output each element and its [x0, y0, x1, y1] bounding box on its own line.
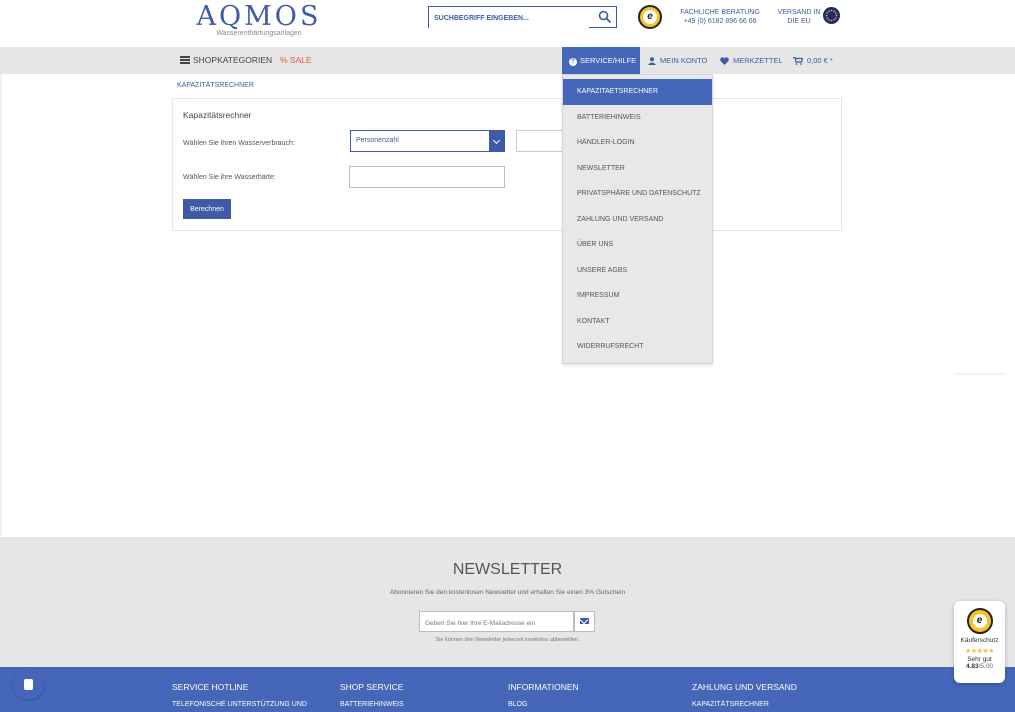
cart-icon: [793, 57, 803, 65]
question-icon: ?: [569, 58, 577, 66]
consult-label: FACHLICHE BERATUNG: [680, 9, 760, 16]
footer-link-batteriehinweis[interactable]: BATTERIEHINWEIS: [340, 701, 404, 708]
newsletter-email-field: [419, 611, 574, 633]
menu-item-datenschutz[interactable]: PRIVATSPHÄRE UND DATENSCHUTZ: [563, 181, 712, 207]
trusted-shops-label: Käuferschutz: [960, 637, 999, 644]
logo[interactable]: AQMOS Wasserenthärtungsanlagen: [194, 1, 324, 38]
trusted-shops-seal-icon: e: [966, 608, 993, 634]
consumption-amount-input[interactable]: [516, 130, 566, 152]
page: AQMOS Wasserenthärtungsanlagen e FACHLIC…: [0, 0, 1015, 712]
main-nav: SHOPKATEGORIEN % SALE ? SERVICE/HILFE MEI…: [0, 47, 1015, 74]
nav-sale[interactable]: % SALE: [280, 47, 312, 74]
search-icon[interactable]: [598, 10, 612, 24]
nav-wishlist-label: MERKZETTEL: [733, 56, 783, 65]
nav-service-label: SERVICE/HILFE: [580, 56, 637, 65]
newsletter-subtitle: Abonnieren Sie den kostenlosen Newslette…: [389, 589, 626, 596]
rating-stars: ★★★★★: [965, 648, 994, 655]
calculate-button[interactable]: Berechnen: [183, 199, 231, 219]
trusted-shops-icon[interactable]: e: [638, 5, 662, 29]
nav-account-label: MEIN KONTO: [660, 56, 708, 65]
header: AQMOS Wasserenthärtungsanlagen e FACHLIC…: [0, 0, 1015, 47]
trusted-shops-seal-letter: e: [972, 614, 987, 628]
menu-item-widerrufsrecht[interactable]: WIDERRUFSRECHT: [563, 334, 712, 360]
shipping-info: VERSAND IN DIE EU: [774, 8, 824, 26]
menu-icon: [180, 55, 190, 64]
rating-grade: Sehr gut: [967, 656, 992, 663]
hardness-label: Wählen Sie ihre Wasserhärte:: [183, 174, 276, 181]
consult-info: FACHLICHE BERATUNG +49 (0) 6182 896 66 6…: [676, 8, 764, 26]
footer-link-hotline[interactable]: TELEFONISCHE UNTERSTÜTZUNG UND: [172, 701, 307, 708]
menu-item-ueber-uns[interactable]: ÜBER UNS: [563, 232, 712, 258]
eu-flag-icon: [823, 7, 840, 24]
footer-heading-hotline: SERVICE HOTLINE: [172, 682, 249, 692]
menu-item-newsletter[interactable]: NEWSLETTER: [563, 156, 712, 182]
nav-my-account[interactable]: MEIN KONTO: [648, 47, 707, 74]
menu-item-haendler-login[interactable]: HÄNDLER-LOGIN: [563, 130, 712, 156]
nav-categories-label: SHOPKATEGORIEN: [193, 55, 273, 65]
footer: SERVICE HOTLINE TELEFONISCHE UNTERSTÜTZU…: [0, 667, 1015, 712]
newsletter-title: NEWSLETTER: [452, 561, 563, 578]
nav-cart[interactable]: 0,00 € *: [793, 47, 833, 74]
menu-item-impressum[interactable]: IMPRESSUM: [563, 283, 712, 309]
nav-shop-categories[interactable]: SHOPKATEGORIEN: [180, 47, 272, 74]
service-dropdown-menu: KAPAZITAETSRECHNER BATTERIEHINWEIS HÄNDL…: [562, 74, 713, 364]
menu-item-zahlung-versand[interactable]: ZAHLUNG UND VERSAND: [563, 207, 712, 233]
chat-icon[interactable]: [13, 671, 44, 699]
consumption-select[interactable]: Personenzahl: [350, 130, 505, 152]
menu-item-agbs[interactable]: UNSERE AGBS: [563, 258, 712, 284]
heart-icon: [720, 57, 729, 66]
newsletter-submit-button[interactable]: [574, 611, 595, 632]
rating-score: 4.83/5.00: [954, 663, 1005, 670]
user-icon: [648, 57, 656, 66]
footer-link-blog[interactable]: BLOG: [508, 701, 527, 708]
newsletter-section: NEWSLETTER Abonnieren Sie den kostenlose…: [0, 537, 1015, 667]
trusted-shops-letter: e: [643, 10, 657, 24]
divider: [955, 373, 1005, 375]
footer-heading-shop-service: SHOP SERVICE: [340, 682, 404, 692]
eu-stars-icon: [825, 9, 838, 22]
shipping-line1: VERSAND IN: [777, 9, 821, 16]
consult-phone[interactable]: +49 (0) 6182 896 66 66: [676, 17, 764, 26]
nav-service-help[interactable]: ? SERVICE/HILFE: [562, 47, 640, 74]
trusted-shops-widget[interactable]: e Käuferschutz ★★★★★ Sehr gut 4.83/5.00: [954, 601, 1005, 683]
nav-wishlist[interactable]: MERKZETTEL: [720, 47, 783, 74]
menu-item-batteriehinweis[interactable]: BATTERIEHINWEIS: [563, 105, 712, 131]
shipping-line2: DIE EU: [787, 18, 811, 25]
logo-text: AQMOS: [196, 1, 322, 32]
consumption-label: Wählen Sie ihren Wasserverbrauch:: [183, 140, 295, 147]
menu-item-kapazitaetsrechner[interactable]: KAPAZITAETSRECHNER: [563, 79, 712, 105]
rating-score-max: /5.00: [978, 663, 994, 670]
capacity-calculator: Kapazitätsrechner Wählen Sie ihren Wasse…: [172, 98, 842, 231]
hardness-input[interactable]: [349, 166, 505, 188]
search-input[interactable]: [429, 8, 589, 29]
menu-item-kontakt[interactable]: KONTAKT: [563, 309, 712, 335]
footer-heading-informationen: INFORMATIONEN: [508, 682, 579, 692]
rating-score-value: 4.83: [965, 663, 979, 670]
search-box: [428, 6, 617, 29]
footer-heading-zahlung: ZAHLUNG UND VERSAND: [692, 682, 797, 692]
footer-link-kapazitaetsrechner[interactable]: KAPAZITÄTSRECHNER: [692, 701, 769, 708]
consumption-selected-value: Personenzahl: [356, 137, 399, 144]
newsletter-note: Sie können den Newsletter jederzeit kost…: [435, 637, 580, 643]
breadcrumb[interactable]: KAPAZITÄTSRECHNER: [177, 82, 254, 89]
chevron-down-icon: [489, 131, 504, 151]
newsletter-email-input[interactable]: [420, 614, 570, 633]
calculator-title: Kapazitätsrechner: [183, 110, 252, 120]
nav-cart-total: 0,00 € *: [807, 56, 833, 65]
